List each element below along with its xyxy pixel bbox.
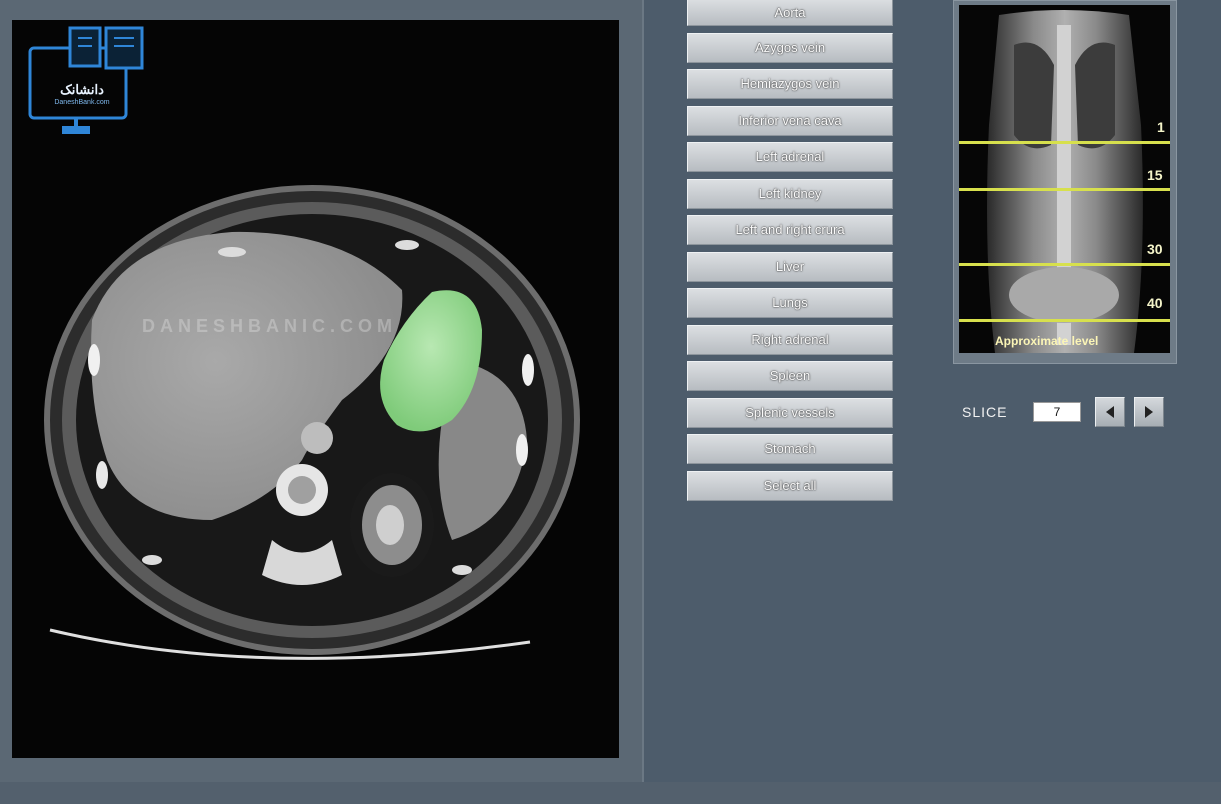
lungs-button[interactable]: Lungs [687, 288, 893, 318]
level-label-30: 30 [1147, 241, 1163, 257]
logo-subtext: DaneshBank.com [54, 99, 110, 106]
structure-button-list: Aorta Azygos vein Hemiazygos vein Inferi… [687, 0, 893, 507]
logo-text: دانشانک [60, 82, 104, 97]
level-line-1[interactable] [959, 141, 1170, 144]
triangle-right-icon [1145, 406, 1153, 418]
scout-xray-image [987, 10, 1143, 353]
approximate-level-label: Approximate level [995, 334, 1099, 348]
bottom-strip [0, 782, 1221, 804]
spleen-button[interactable]: Spleen [687, 361, 893, 391]
slice-label: SLICE [962, 404, 1008, 420]
level-label-15: 15 [1147, 167, 1163, 183]
left-and-right-crura-button[interactable]: Left and right crura [687, 215, 893, 245]
scout-panel: 1 15 30 40 Approximate level [953, 0, 1177, 364]
left-adrenal-button[interactable]: Left adrenal [687, 142, 893, 172]
next-slice-button[interactable] [1134, 397, 1164, 427]
level-line-15[interactable] [959, 188, 1170, 191]
left-kidney-button[interactable]: Left kidney [687, 178, 893, 209]
level-line-30[interactable] [959, 263, 1170, 266]
watermark-text: DANESHBANIC.COM [142, 316, 397, 336]
level-label-40: 40 [1147, 295, 1163, 311]
right-adrenal-button[interactable]: Right adrenal [687, 324, 893, 355]
triangle-left-icon [1106, 406, 1114, 418]
stomach-button[interactable]: Stomach [687, 434, 893, 464]
level-line-40[interactable] [959, 319, 1170, 322]
aorta-button[interactable]: Aorta [687, 0, 893, 26]
image-viewer-frame: DANESHBANIC.COM دانشانک DaneshBank.com [0, 0, 644, 782]
select-all-button[interactable]: Select all [687, 470, 893, 501]
hemiazygos-vein-button[interactable]: Hemiazygos vein [687, 69, 893, 99]
scout-image[interactable]: 1 15 30 40 Approximate level [959, 5, 1170, 353]
prev-slice-button[interactable] [1095, 397, 1125, 427]
slice-number-input[interactable] [1033, 402, 1081, 422]
liver-button[interactable]: Liver [687, 251, 893, 282]
azygos-vein-button[interactable]: Azygos vein [687, 32, 893, 63]
splenic-vessels-button[interactable]: Splenic vessels [687, 397, 893, 428]
inferior-vena-cava-button[interactable]: Inferior vena cava [687, 105, 893, 136]
level-label-1: 1 [1157, 119, 1165, 135]
